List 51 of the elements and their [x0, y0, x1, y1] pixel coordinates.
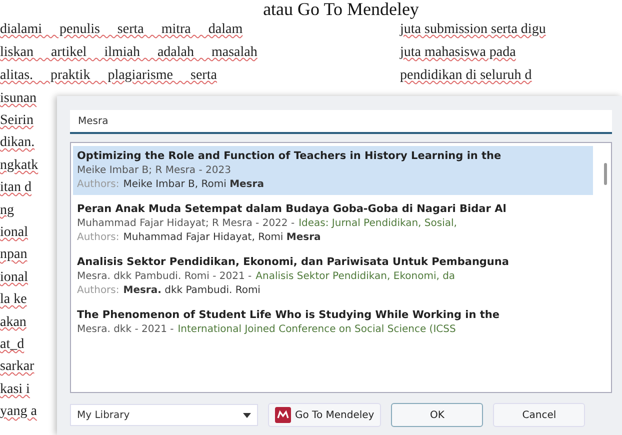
library-dropdown[interactable]: My Library: [70, 404, 258, 426]
result-authors: Meike Imbar B, Romi Mesra: [123, 178, 264, 192]
document-text-line: ng: [0, 202, 14, 220]
document-text-line: npan: [0, 246, 28, 264]
authors-label: Authors:: [77, 178, 120, 192]
result-title: Peran Anak Muda Setempat dalam Budaya Goba-Goba di Nagari Bidar Al: [77, 202, 508, 217]
document-text-line: kasi i: [0, 380, 30, 399]
document-text-line: dikan.: [0, 134, 35, 152]
result-title: The Phenomenon of Student Life Who is Studying While Working in the: [77, 308, 500, 323]
document-text-line: ngkatk: [0, 156, 38, 175]
document-text-line: pendidikan di seluruh d: [400, 67, 532, 85]
document-text-line: akan: [0, 314, 26, 332]
document-text-line: juta mahasiswa pada: [400, 44, 516, 62]
document-text-line: la ke: [0, 291, 27, 310]
result-meta: Meike Imbar B; R Mesra - 2023: [77, 164, 231, 178]
result-authors: Mesra. dkk Pambudi. Romi: [123, 284, 260, 298]
ok-button[interactable]: OK: [391, 403, 484, 427]
result-item[interactable]: Peran Anak Muda Setempat dalam Budaya Goba-Goba di Nagari Bidar Al Muhammad Fajar Hidayat; R Mesra - 2022 - Ideas: Jurnal Pendidikan, Sosial, Authors: Muhammad Fajar Hidayat, Romi Mesra: [73, 199, 593, 248]
document-text-line: liskan artikel ilmiah adalah masalah: [0, 44, 258, 62]
result-meta: Muhammad Fajar Hidayat; R Mesra - 2022 -: [77, 217, 295, 231]
result-source: Analisis Sektor Pendidikan, Ekonomi, da: [256, 270, 456, 284]
mendeley-logo-icon: [275, 407, 291, 423]
result-source: International Joined Conference on Social Science (ICSS: [178, 323, 456, 337]
document-text-line: at_d: [0, 336, 24, 354]
document-text-line: yang a: [0, 403, 37, 422]
result-item[interactable]: Analisis Sektor Pendidikan, Ekonomi, dan Pariwisata Untuk Pembanguna Mesra. dkk Pambudi. Romi - 2021 - Analisis Sektor Pendidikan, Ekonomi, da Authors: Mesra. dkk Pambudi. Romi: [73, 252, 593, 301]
result-source: Ideas: Jurnal Pendidikan, Sosial,: [298, 217, 457, 231]
document-text-line: itan d: [0, 179, 32, 198]
result-authors: Muhammad Fajar Hidayat, Romi Mesra: [123, 231, 321, 245]
document-text-line: isunan: [0, 90, 37, 108]
search-field[interactable]: Mesra: [70, 110, 612, 134]
authors-label: Authors:: [77, 231, 120, 245]
document-text-line: dialami penulis serta mitra dalam: [0, 21, 243, 39]
cancel-button[interactable]: Cancel: [493, 403, 586, 427]
document-text-line: sarkar: [0, 358, 34, 376]
document-heading: atau Go To Mendeley: [262, 0, 419, 18]
result-item[interactable]: Optimizing the Role and Function of Teachers in History Learning in the Meike Imbar B; R Mesra - 2023 Authors: Meike Imbar B, Romi Mesra: [73, 146, 593, 195]
result-item[interactable]: The Phenomenon of Student Life Who is Studying While Working in the Mesra. dkk - 2021 - International Joined Conference on Social Science (ICSS: [73, 305, 593, 340]
document-text-line: ional: [0, 268, 28, 287]
document-text-line: Seirin: [0, 112, 34, 130]
scrollbar-thumb[interactable]: [604, 163, 607, 185]
caret-icon: [243, 412, 251, 418]
result-title: Analisis Sektor Pendidikan, Ekonomi, dan Pariwisata Untuk Pembanguna: [77, 255, 510, 270]
document-text-line: alitas. praktik plagiarisme serta: [0, 67, 217, 85]
document-text-line: ional: [0, 224, 28, 242]
result-title: Optimizing the Role and Function of Teachers in History Learning in the: [77, 149, 502, 164]
result-meta: Mesra. dkk Pambudi. Romi - 2021 -: [77, 270, 252, 284]
go-to-mendeley-button[interactable]: Go To Mendeley: [268, 403, 382, 427]
result-meta: Mesra. dkk - 2021 -: [77, 323, 174, 337]
authors-label: Authors:: [77, 284, 120, 298]
document-text-line: juta submission serta digu: [400, 21, 546, 39]
